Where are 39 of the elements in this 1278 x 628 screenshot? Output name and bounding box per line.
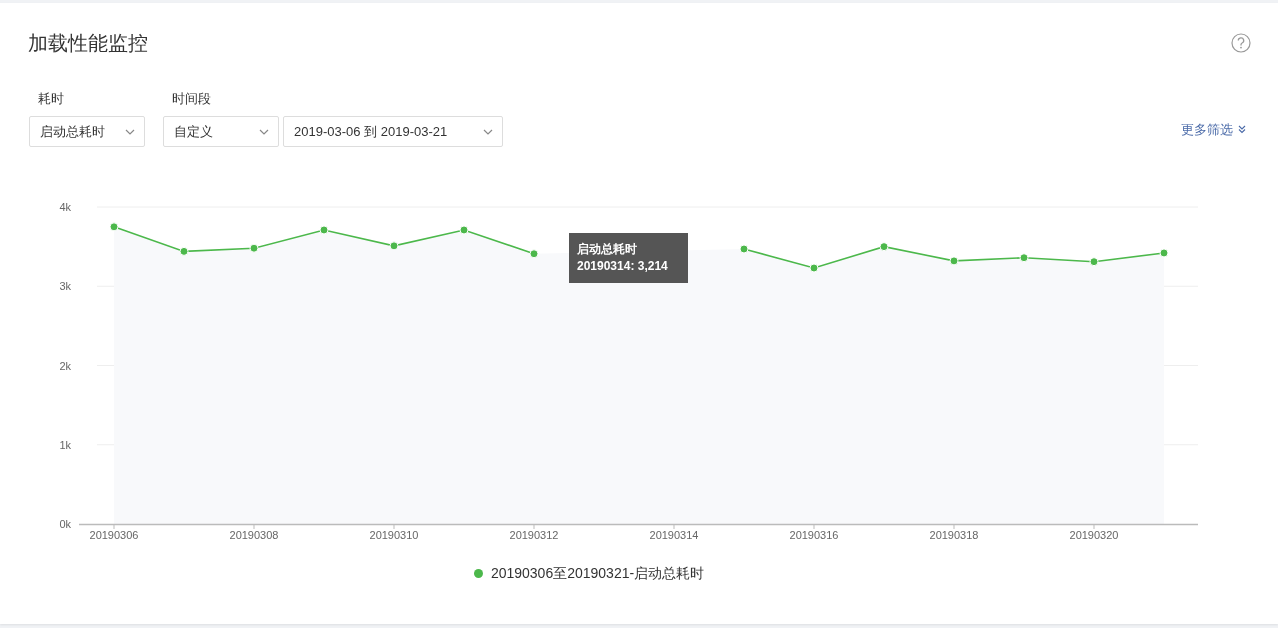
- data-point: [879, 242, 889, 252]
- y-axis-label: 0k: [59, 518, 71, 530]
- data-point: [1019, 253, 1029, 263]
- page-title: 加载性能监控: [28, 31, 148, 56]
- data-point: [319, 225, 329, 235]
- filter-label: 耗时: [37, 90, 65, 108]
- data-point: [1089, 257, 1099, 267]
- y-axis-label: 2k: [59, 359, 71, 372]
- y-axis-label: 3k: [59, 280, 71, 293]
- data-point: [949, 256, 959, 266]
- legend-label: 20190306至20190321-启动总耗时: [490, 564, 705, 583]
- tooltip-title: 启动总耗时: [577, 241, 638, 258]
- data-point: [809, 263, 819, 273]
- data-point: [179, 246, 189, 256]
- dropdown[interactable]: 启动总耗时: [29, 116, 145, 147]
- help-icon[interactable]: [1231, 33, 1251, 53]
- data-point: [1159, 248, 1169, 258]
- filter-label: 时间段: [171, 90, 212, 108]
- x-axis-label: 20190316: [789, 529, 839, 541]
- dropdown[interactable]: 自定义: [163, 116, 279, 147]
- data-point: [739, 244, 749, 254]
- x-axis-label: 20190320: [1069, 529, 1119, 541]
- y-axis-label: 4k: [59, 201, 71, 213]
- x-axis-label: 20190318: [929, 529, 979, 541]
- x-axis-label: 20190314: [649, 529, 699, 541]
- x-axis-label: 20190308: [229, 529, 279, 541]
- data-point: [529, 249, 539, 259]
- more-filters-link[interactable]: 更多筛选: [1181, 119, 1247, 139]
- x-axis-label: 20190306: [89, 529, 139, 541]
- y-axis-label: 1k: [59, 438, 71, 451]
- data-point: [249, 243, 259, 253]
- data-point: [459, 225, 469, 235]
- data-point: [109, 222, 119, 232]
- date-range-dropdown[interactable]: 2019-03-06 到 2019-03-21: [283, 116, 503, 147]
- tooltip-value: 20190314: 3,214: [577, 258, 669, 275]
- double-chevron-icon: [1237, 124, 1247, 135]
- x-axis-label: 20190312: [509, 529, 559, 541]
- x-axis-label: 20190310: [369, 529, 419, 541]
- data-point: [389, 241, 399, 251]
